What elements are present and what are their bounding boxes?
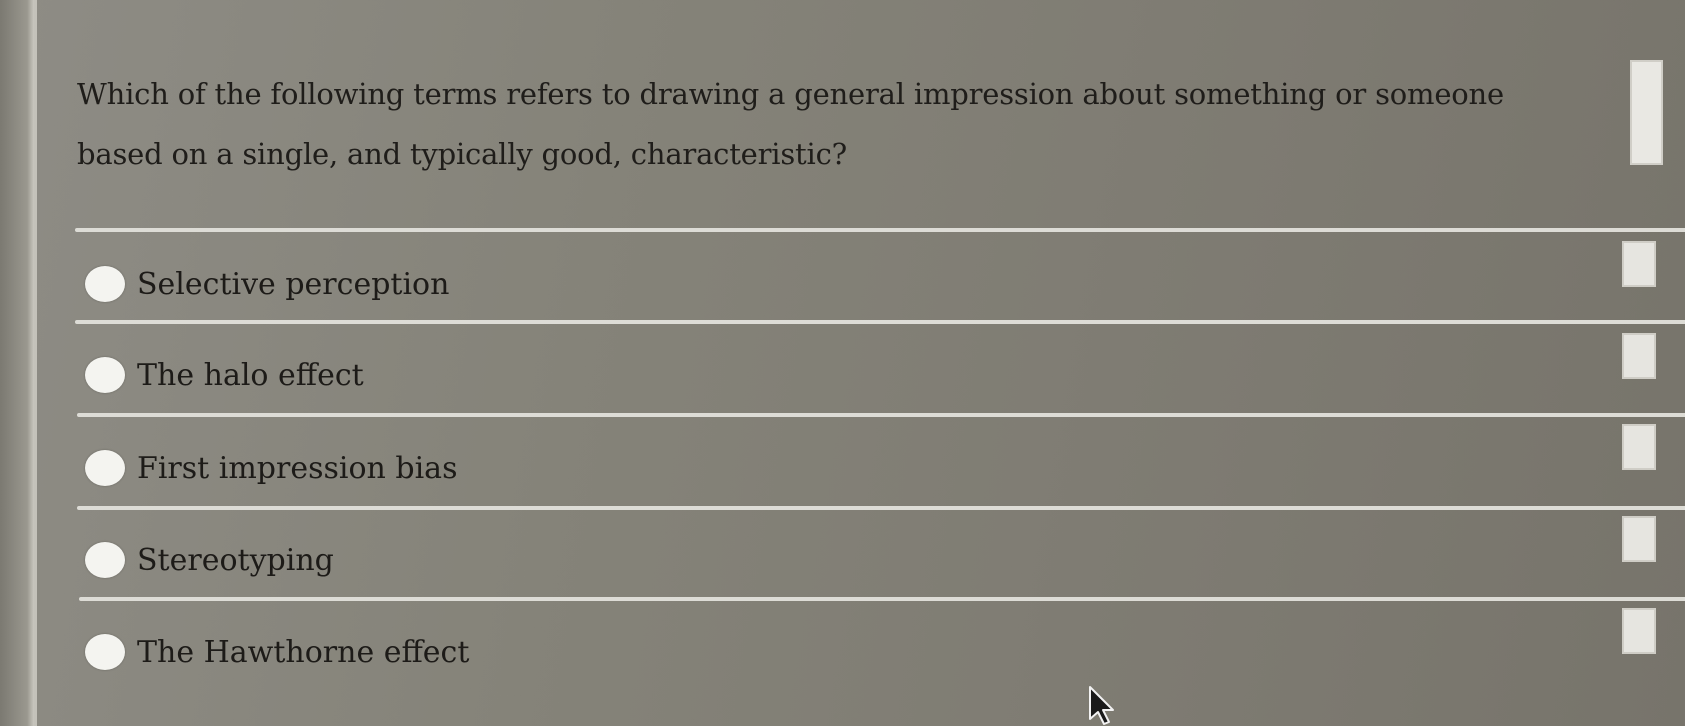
- divider: [77, 506, 1685, 510]
- option-mark-box[interactable]: [1622, 333, 1656, 379]
- divider: [79, 597, 1685, 601]
- option-label: Stereotyping: [137, 542, 334, 578]
- option-mark-box[interactable]: [1622, 608, 1656, 654]
- option-stereotyping[interactable]: Stereotyping: [85, 530, 1625, 590]
- divider: [77, 413, 1685, 417]
- option-the-hawthorne-effect[interactable]: The Hawthorne effect: [85, 622, 1625, 682]
- option-label: First impression bias: [137, 450, 458, 486]
- option-selective-perception[interactable]: Selective perception: [85, 254, 1625, 314]
- option-mark-box[interactable]: [1622, 241, 1656, 287]
- radio-button[interactable]: [85, 450, 125, 486]
- window-left-edge: [0, 0, 37, 726]
- radio-button[interactable]: [85, 542, 125, 578]
- question-text: Which of the following terms refers to d…: [77, 77, 1504, 171]
- option-first-impression-bias[interactable]: First impression bias: [85, 438, 1625, 498]
- option-label: The halo effect: [137, 357, 364, 393]
- question-card: Which of the following terms refers to d…: [37, 0, 1685, 726]
- divider: [75, 228, 1685, 232]
- radio-button[interactable]: [85, 357, 125, 393]
- option-label: The Hawthorne effect: [137, 634, 470, 670]
- option-mark-box[interactable]: [1622, 424, 1656, 470]
- question-flag-box[interactable]: [1630, 60, 1663, 165]
- option-the-halo-effect[interactable]: The halo effect: [85, 345, 1625, 405]
- divider: [75, 320, 1685, 324]
- option-label: Selective perception: [137, 266, 450, 302]
- mouse-pointer-icon: [1089, 686, 1114, 725]
- radio-button[interactable]: [85, 634, 125, 670]
- option-mark-box[interactable]: [1622, 516, 1656, 562]
- radio-button[interactable]: [85, 266, 125, 302]
